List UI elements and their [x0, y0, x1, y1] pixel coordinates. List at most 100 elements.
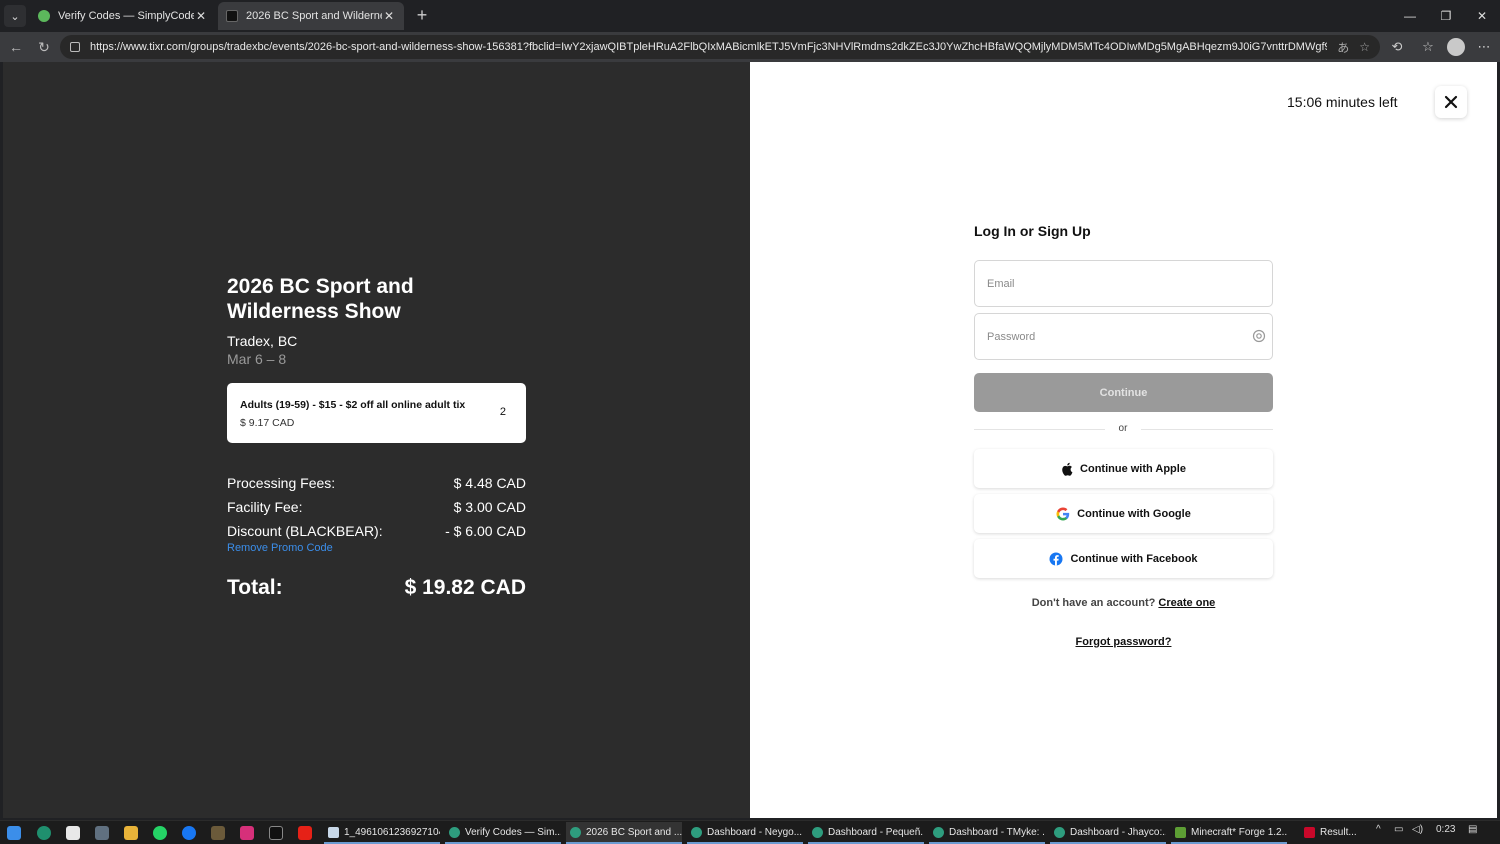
login-title: Log In or Sign Up	[974, 223, 1091, 239]
continue-with-google-button[interactable]: Continue with Google	[974, 494, 1273, 533]
taskbar-item-label: Dashboard - Pequeñ...	[828, 826, 924, 838]
x-app-icon[interactable]	[269, 826, 283, 840]
browser-window: ⌄ Verify Codes — SimplyCodes ✕ 2026 BC S…	[0, 0, 1500, 820]
continue-button[interactable]: Continue	[974, 373, 1273, 412]
notifications-icon[interactable]: ▤	[1468, 824, 1477, 835]
discount-row: Discount (BLACKBEAR): - $ 6.00 CAD	[227, 523, 526, 539]
site-info-lock-icon[interactable]	[70, 42, 80, 52]
tray-chevron-icon[interactable]: ^	[1376, 824, 1381, 835]
notepad-icon	[328, 826, 339, 838]
taskbar-item-label: Dashboard - Jhayco:...	[1070, 826, 1166, 838]
taskbar-item[interactable]: Verify Codes — Sim...	[445, 822, 561, 844]
taskbar-item[interactable]: Dashboard - Neygo...	[687, 822, 803, 844]
network-icon[interactable]: ▭	[1394, 824, 1403, 835]
simplycodes-favicon-icon	[38, 10, 50, 22]
or-label: or	[1105, 423, 1141, 434]
edge-icon	[812, 826, 823, 838]
total-value: $ 19.82 CAD	[404, 576, 526, 599]
favorites-icon[interactable]: ☆	[1419, 38, 1437, 56]
fee-label: Discount (BLACKBEAR):	[227, 523, 383, 539]
facility-fee-row: Facility Fee: $ 3.00 CAD	[227, 499, 526, 515]
address-bar[interactable]: https://www.tixr.com/groups/tradexbc/eve…	[60, 35, 1380, 59]
taskbar-item[interactable]: Dashboard - Jhayco:...	[1050, 822, 1166, 844]
ticket-quantity: 2	[499, 406, 506, 418]
checkout-timer: 15:06 minutes left	[1287, 94, 1398, 110]
show-password-eye-icon[interactable]	[1252, 329, 1266, 343]
volume-icon[interactable]: ◁)	[1412, 824, 1423, 835]
taskbar-item[interactable]: Minecraft* Forge 1.2...	[1171, 822, 1287, 844]
url-text: https://www.tixr.com/groups/tradexbc/eve…	[90, 41, 1328, 53]
browser-toolbar: ← ↻ https://www.tixr.com/groups/tradexbc…	[0, 32, 1500, 62]
ticket-name: Adults (19-59) - $15 - $2 off all online…	[240, 399, 466, 411]
new-tab-plus-icon[interactable]: +	[412, 6, 432, 26]
favorite-star-icon[interactable]: ☆	[1359, 40, 1370, 54]
whatsapp-icon[interactable]	[153, 826, 167, 840]
total-label: Total:	[227, 576, 283, 599]
reload-icon[interactable]: ↻	[34, 37, 54, 57]
taskbar-item[interactable]: Result...	[1300, 822, 1370, 844]
tab-search-chevron-icon[interactable]: ⌄	[4, 5, 26, 27]
edge-icon[interactable]	[37, 826, 51, 840]
taskbar-item-label: Minecraft* Forge 1.2...	[1191, 826, 1287, 838]
translate-icon[interactable]: あ	[1337, 39, 1349, 56]
signup-prompt: Don't have an account? Create one	[974, 597, 1273, 609]
close-checkout-button[interactable]	[1435, 86, 1467, 118]
edge-icon	[449, 826, 460, 838]
taskbar-item-label: Dashboard - Neygo...	[707, 826, 803, 838]
create-account-link[interactable]: Create one	[1158, 597, 1215, 609]
edge-icon	[691, 826, 702, 838]
tab-title: Verify Codes — SimplyCodes	[58, 10, 194, 22]
calculator-icon[interactable]	[95, 826, 109, 840]
continue-with-apple-button[interactable]: Continue with Apple	[974, 449, 1273, 488]
google-icon	[1056, 507, 1070, 521]
processing-fee-row: Processing Fees: $ 4.48 CAD	[227, 475, 526, 491]
clock[interactable]: 0:23	[1436, 824, 1455, 835]
extensions-icon[interactable]: ⟲	[1388, 38, 1406, 56]
file-explorer-icon[interactable]	[124, 826, 138, 840]
event-venue: Tradex, BC	[227, 333, 298, 349]
edge-icon	[1054, 826, 1065, 838]
login-panel: 15:06 minutes left Log In or Sign Up Con…	[750, 62, 1497, 818]
minimize-icon[interactable]: —	[1400, 6, 1420, 26]
taskbar-item[interactable]: Dashboard - Pequeñ...	[808, 822, 924, 844]
taskbar-item-label: 2026 BC Sport and ...	[586, 826, 682, 838]
fee-label: Facility Fee:	[227, 499, 303, 515]
facebook-icon	[1049, 552, 1063, 566]
minecraft-forge-icon	[1175, 826, 1186, 838]
more-menu-icon[interactable]: ⋯	[1475, 38, 1493, 56]
close-x-icon	[1444, 95, 1458, 109]
total-row: Total: $ 19.82 CAD	[227, 576, 526, 600]
restore-icon[interactable]: ❐	[1436, 6, 1456, 26]
taskbar-item-label: Verify Codes — Sim...	[465, 826, 561, 838]
email-field[interactable]	[974, 260, 1273, 307]
password-field[interactable]	[974, 313, 1273, 360]
remove-promo-link[interactable]: Remove Promo Code	[227, 542, 333, 554]
continue-with-facebook-button[interactable]: Continue with Facebook	[974, 539, 1273, 578]
close-window-icon[interactable]: ✕	[1472, 6, 1492, 26]
taskbar-item[interactable]: Dashboard - TMyke: ...	[929, 822, 1045, 844]
event-dates: Mar 6 – 8	[227, 351, 287, 367]
instagram-icon[interactable]	[240, 826, 254, 840]
edge-icon	[933, 826, 944, 838]
tab-verify-codes[interactable]: Verify Codes — SimplyCodes ✕	[30, 2, 216, 30]
forgot-password: Forgot password?	[974, 636, 1273, 648]
taskbar-item[interactable]: 2026 BC Sport and ...	[566, 822, 682, 844]
facebook-app-icon[interactable]	[182, 826, 196, 840]
close-tab-icon[interactable]: ✕	[194, 9, 208, 23]
minecraft-icon[interactable]	[211, 826, 225, 840]
tab-bc-sport-show[interactable]: 2026 BC Sport and Wilderness Show ✕	[218, 2, 404, 30]
windows-start-icon[interactable]	[7, 826, 21, 840]
close-tab-icon[interactable]: ✕	[382, 9, 396, 23]
windows-taskbar: 1_4961061236927104... Verify Codes — Sim…	[0, 820, 1500, 844]
nba-icon	[1304, 826, 1315, 838]
fee-value: - $ 6.00 CAD	[445, 523, 526, 539]
back-arrow-icon[interactable]: ←	[6, 37, 26, 57]
store-icon[interactable]	[66, 826, 80, 840]
event-title: 2026 BC Sport and Wilderness Show	[227, 275, 414, 323]
profile-avatar[interactable]	[1447, 38, 1465, 56]
youtube-icon[interactable]	[298, 826, 312, 840]
taskbar-item-label: Dashboard - TMyke: ...	[949, 826, 1045, 838]
taskbar-item[interactable]: 1_4961061236927104...	[324, 822, 440, 844]
forgot-password-link[interactable]: Forgot password?	[1076, 636, 1172, 648]
fee-label: Processing Fees:	[227, 475, 336, 491]
